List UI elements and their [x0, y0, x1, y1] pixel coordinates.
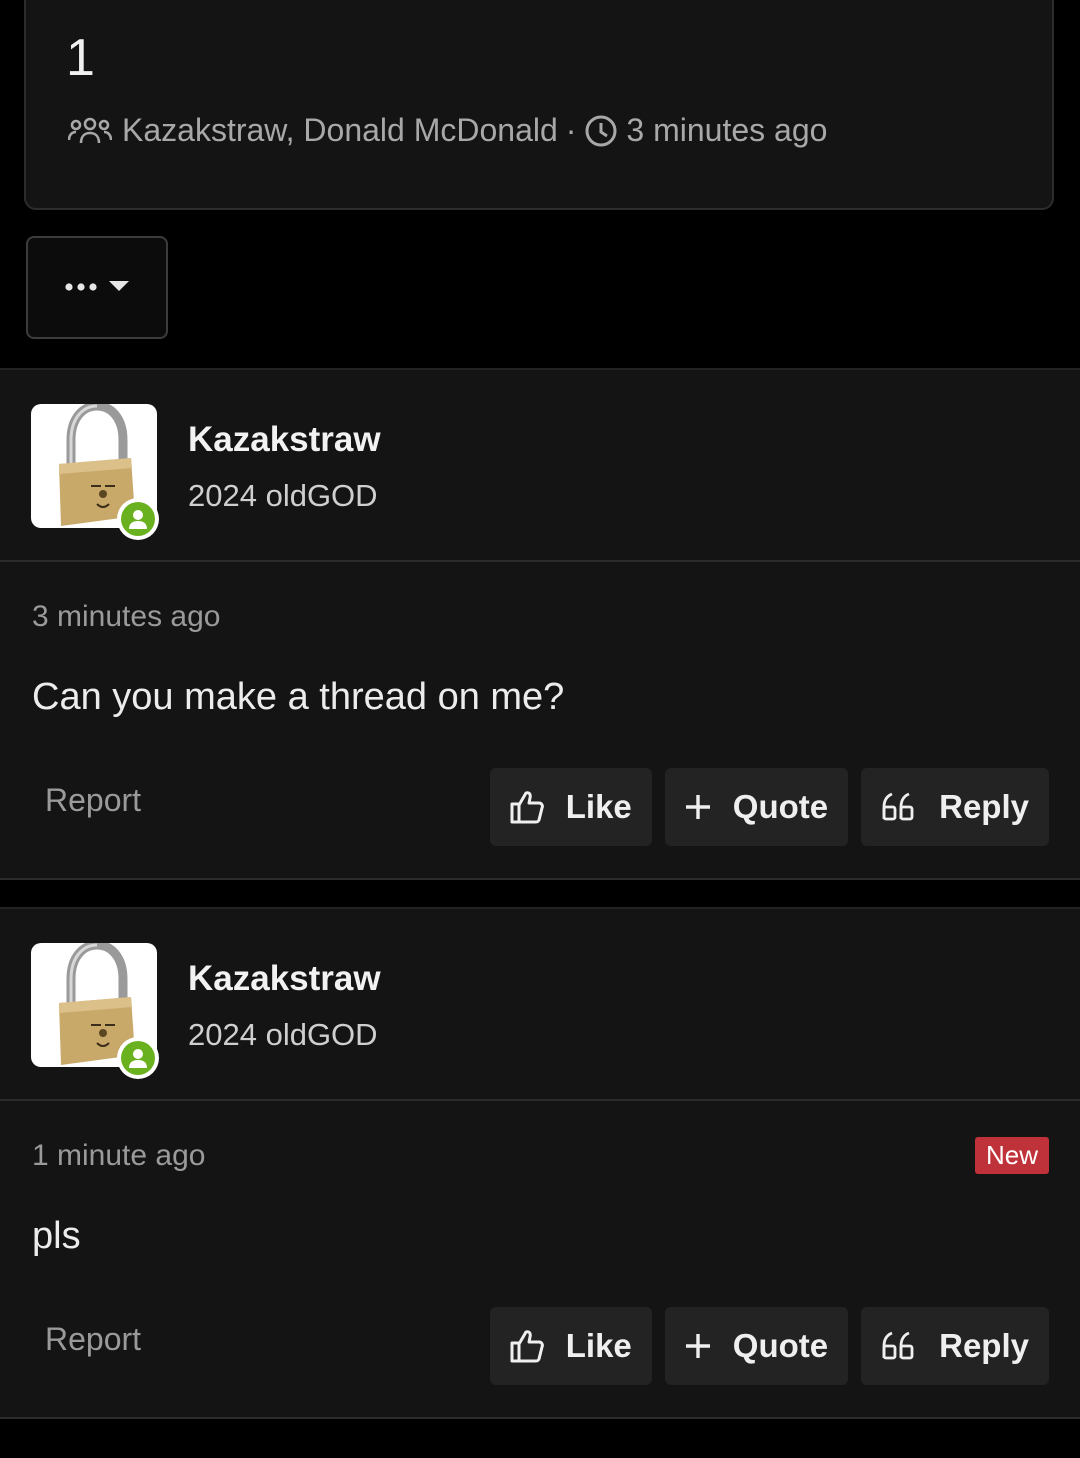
- meta-separator: ·: [565, 112, 577, 148]
- like-label: Like: [565, 788, 632, 825]
- post-content: Can you make a thread on me?: [32, 676, 565, 718]
- reply-button[interactable]: Reply: [861, 1307, 1049, 1385]
- reply-label: Reply: [939, 1327, 1029, 1364]
- thread-participants[interactable]: Kazakstraw, Donald McDonald: [122, 112, 558, 149]
- post-time[interactable]: 3 minutes ago: [32, 600, 220, 634]
- post: Kazakstraw 2024 oldGOD 1 minute ago New …: [0, 907, 1080, 1419]
- quote-marks-icon: [881, 792, 917, 822]
- plus-icon: [685, 1333, 711, 1359]
- post-time[interactable]: 1 minute ago: [32, 1139, 205, 1173]
- more-options-button[interactable]: [26, 236, 168, 339]
- quote-label: Quote: [732, 788, 829, 825]
- ellipsis-icon: [64, 279, 98, 297]
- quote-label: Quote: [732, 1327, 829, 1364]
- user-title: 2024 oldGOD: [188, 1017, 378, 1052]
- reply-label: Reply: [939, 788, 1029, 825]
- reply-button[interactable]: Reply: [861, 768, 1049, 846]
- report-link[interactable]: Report: [45, 1321, 141, 1358]
- online-status-icon: [117, 498, 159, 540]
- post-content: pls: [32, 1215, 81, 1257]
- like-button[interactable]: Like: [489, 768, 652, 846]
- post-header: Kazakstraw 2024 oldGOD: [0, 909, 1080, 1101]
- page: 1 Kazakstraw, Donald McDonald · 3 minute…: [0, 0, 1080, 1458]
- thread-meta: Kazakstraw, Donald McDonald · 3 minutes …: [68, 112, 827, 149]
- like-button[interactable]: Like: [489, 1307, 652, 1385]
- thread-card: 1 Kazakstraw, Donald McDonald · 3 minute…: [24, 0, 1054, 210]
- post-header: Kazakstraw 2024 oldGOD: [0, 370, 1080, 562]
- quote-button[interactable]: Quote: [664, 768, 849, 846]
- thumbs-up-icon: [510, 1328, 544, 1364]
- user-title: 2024 oldGOD: [188, 478, 378, 513]
- avatar[interactable]: [31, 404, 159, 540]
- clock-icon: [584, 114, 618, 148]
- online-status-icon: [117, 1037, 159, 1079]
- thread-time[interactable]: 3 minutes ago: [626, 112, 827, 149]
- post-actions: Like Quote Reply: [489, 1307, 1049, 1385]
- caret-down-icon: [108, 279, 130, 297]
- report-link[interactable]: Report: [45, 782, 141, 819]
- quote-button[interactable]: Quote: [664, 1307, 849, 1385]
- quote-marks-icon: [881, 1331, 917, 1361]
- username[interactable]: Kazakstraw: [188, 959, 381, 999]
- plus-icon: [685, 794, 711, 820]
- users-icon: [68, 116, 112, 146]
- post: Kazakstraw 2024 oldGOD 3 minutes ago Can…: [0, 368, 1080, 880]
- thumbs-up-icon: [510, 789, 544, 825]
- thread-title: 1: [66, 29, 95, 87]
- like-label: Like: [565, 1327, 632, 1364]
- post-actions: Like Quote Reply: [489, 768, 1049, 846]
- new-badge: New: [974, 1137, 1049, 1174]
- avatar[interactable]: [31, 943, 159, 1079]
- username[interactable]: Kazakstraw: [188, 420, 381, 460]
